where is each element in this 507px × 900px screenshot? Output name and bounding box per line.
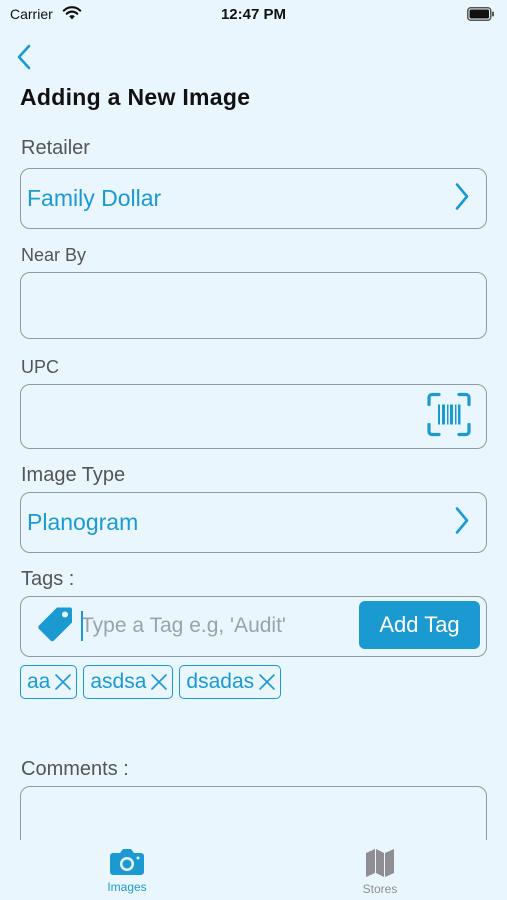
tag-entry-box: Add Tag	[20, 596, 487, 657]
tag-icon	[35, 604, 75, 649]
close-icon[interactable]	[150, 673, 168, 691]
tag-input[interactable]	[81, 607, 361, 645]
tag-chip-label: aa	[27, 670, 51, 693]
add-tag-button[interactable]: Add Tag	[359, 601, 480, 649]
comments-label: Comments :	[21, 758, 129, 780]
text-caret	[81, 611, 83, 641]
close-icon[interactable]	[258, 673, 276, 691]
retailer-select[interactable]: Family Dollar	[20, 168, 487, 229]
chevron-right-icon	[454, 506, 470, 539]
back-chevron-icon	[17, 44, 31, 70]
image-type-value: Planogram	[27, 509, 139, 535]
tab-images[interactable]: Images	[67, 848, 187, 894]
tag-chip-list: aa asdsa dsadas	[20, 665, 282, 699]
image-type-select[interactable]: Planogram	[20, 492, 487, 553]
close-icon[interactable]	[54, 673, 72, 691]
tab-bar: Images Stores	[0, 840, 507, 900]
near-by-label: Near By	[21, 245, 87, 265]
tab-stores-label: Stores	[362, 882, 398, 896]
image-type-label: Image Type	[21, 464, 126, 486]
camera-icon	[110, 849, 144, 875]
chevron-right-icon	[454, 182, 470, 215]
back-button[interactable]	[16, 40, 46, 74]
page-title: Adding a New Image	[20, 84, 251, 110]
upc-label: UPC	[21, 357, 60, 377]
tags-label: Tags :	[21, 568, 75, 590]
retailer-value: Family Dollar	[27, 185, 162, 211]
status-bar: Carrier 12:47 PM	[0, 0, 507, 30]
status-time: 12:47 PM	[220, 6, 287, 23]
barcode-scan-icon[interactable]	[426, 391, 472, 442]
near-by-field[interactable]	[20, 272, 487, 339]
tab-images-label: Images	[107, 880, 147, 894]
tab-stores[interactable]: Stores	[320, 848, 440, 896]
tag-chip[interactable]: dsadas	[179, 665, 282, 699]
retailer-label: Retailer	[21, 137, 90, 159]
tag-chip[interactable]: aa	[20, 665, 78, 699]
battery-icon	[467, 7, 495, 26]
map-icon	[366, 849, 394, 877]
tag-chip-label: asdsa	[90, 670, 147, 693]
tag-chip-label: dsadas	[186, 670, 255, 693]
upc-field[interactable]	[20, 384, 487, 449]
tag-chip[interactable]: asdsa	[83, 665, 174, 699]
